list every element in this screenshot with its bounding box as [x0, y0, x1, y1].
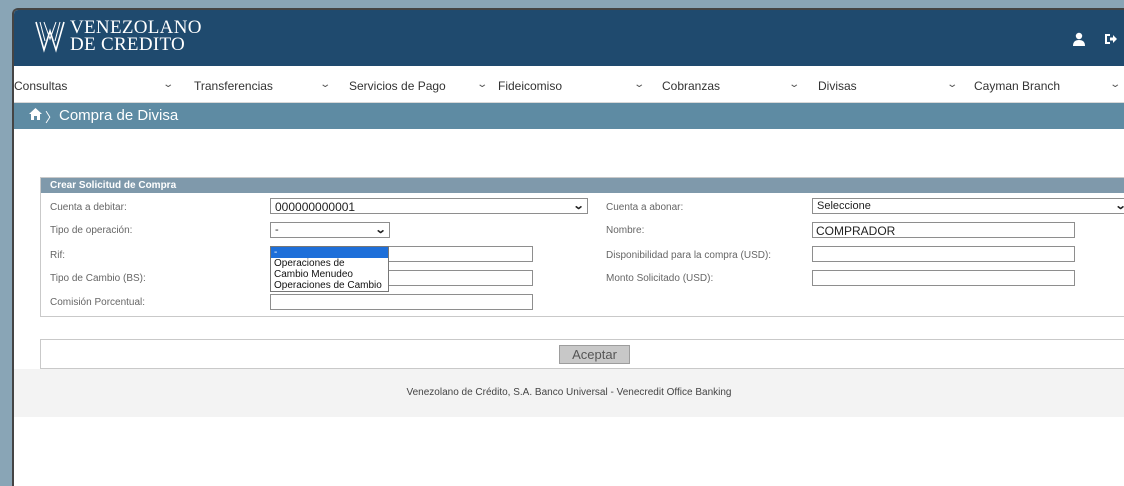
- chevron-down-icon: ⌄: [1114, 199, 1124, 212]
- breadcrumb: 〉 Compra de Divisa: [14, 103, 1124, 129]
- nav-fideicomiso[interactable]: Fideicomiso: [498, 79, 562, 93]
- tipo-operacion-value: -: [275, 224, 279, 236]
- comision-input[interactable]: [270, 294, 533, 310]
- nav-servicios-de-pago[interactable]: Servicios de Pago: [349, 79, 446, 93]
- tipo-operacion-dropdown: - Operaciones de Cambio Menudeo Operacio…: [270, 246, 389, 292]
- chevron-down-icon[interactable]: ⌄: [476, 79, 488, 90]
- tipo-cambio-label: Tipo de Cambio (BS):: [50, 273, 146, 284]
- footer-text: Venezolano de Crédito, S.A. Banco Univer…: [406, 387, 732, 398]
- nav-divisas[interactable]: Divisas: [818, 79, 857, 93]
- chevron-down-icon[interactable]: ⌄: [633, 79, 645, 90]
- dropdown-option[interactable]: -: [271, 247, 388, 258]
- accept-button[interactable]: Aceptar: [559, 345, 630, 364]
- dropdown-option[interactable]: Operaciones de Cambio Menudeo: [271, 258, 381, 280]
- form-actions: Aceptar: [40, 339, 1124, 369]
- disponibilidad-label: Disponibilidad para la compra (USD):: [606, 250, 772, 261]
- logout-icon[interactable]: [1104, 32, 1118, 51]
- tipo-operacion-select[interactable]: - ⌄: [270, 222, 390, 238]
- chevron-down-icon: ⌄: [572, 200, 585, 212]
- top-header: VENEZOLANO DE CREDITO: [14, 10, 1124, 66]
- tipo-operacion-label: Tipo de operación:: [50, 225, 133, 236]
- app-window: VENEZOLANO DE CREDITO Consultas ⌄ Transf…: [12, 8, 1124, 486]
- chevron-down-icon[interactable]: ⌄: [162, 79, 174, 90]
- logo-line-2: DE CREDITO: [70, 34, 186, 55]
- monto-input[interactable]: [812, 270, 1075, 286]
- form-panel-title: Crear Solicitud de Compra: [41, 178, 1124, 193]
- chevron-down-icon[interactable]: ⌄: [946, 79, 958, 90]
- cuenta-abonar-value: Seleccione: [817, 200, 871, 212]
- chevron-down-icon[interactable]: ⌄: [788, 79, 800, 90]
- chevron-down-icon: ⌄: [374, 224, 387, 236]
- bank-logo[interactable]: VENEZOLANO DE CREDITO: [34, 18, 202, 55]
- chevron-down-icon[interactable]: ⌄: [1109, 79, 1121, 90]
- cuenta-debitar-label: Cuenta a debitar:: [50, 202, 127, 213]
- nav-consultas[interactable]: Consultas: [14, 79, 67, 93]
- nav-cayman-branch[interactable]: Cayman Branch: [974, 79, 1060, 93]
- comision-label: Comisión Porcentual:: [50, 297, 146, 308]
- chevron-down-icon[interactable]: ⌄: [319, 79, 331, 90]
- breadcrumb-separator: 〉: [45, 110, 59, 125]
- page-footer: Venezolano de Crédito, S.A. Banco Univer…: [14, 369, 1124, 417]
- cuenta-abonar-label: Cuenta a abonar:: [606, 202, 684, 213]
- disponibilidad-input[interactable]: [812, 246, 1075, 262]
- nombre-input[interactable]: COMPRADOR: [812, 222, 1075, 238]
- cuenta-debitar-value: 000000000001: [275, 200, 356, 214]
- nav-transferencias[interactable]: Transferencias: [194, 79, 273, 93]
- dropdown-option[interactable]: Operaciones de Cambio: [271, 280, 388, 291]
- cuenta-abonar-select[interactable]: Seleccione ⌄: [812, 198, 1124, 214]
- home-icon[interactable]: [29, 107, 42, 123]
- main-nav: Consultas ⌄ Transferencias ⌄ Servicios d…: [14, 66, 1124, 103]
- user-icon[interactable]: [1072, 32, 1086, 51]
- nombre-label: Nombre:: [606, 225, 645, 236]
- purchase-request-form: Crear Solicitud de Compra Cuenta a debit…: [40, 177, 1124, 317]
- rif-label: Rif:: [50, 250, 65, 261]
- page-title: Compra de Divisa: [59, 107, 179, 124]
- monto-label: Monto Solicitado (USD):: [606, 273, 714, 284]
- bank-logo-icon: [35, 21, 65, 53]
- cuenta-debitar-select[interactable]: 000000000001 ⌄: [270, 198, 588, 214]
- nav-cobranzas[interactable]: Cobranzas: [662, 79, 720, 93]
